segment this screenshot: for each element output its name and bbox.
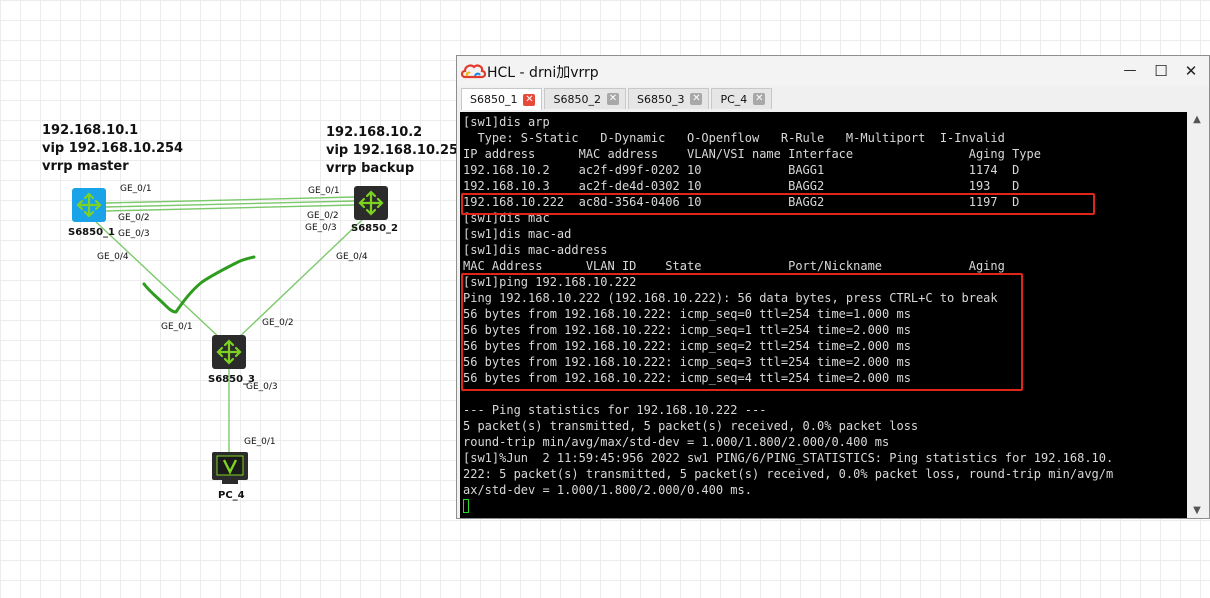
- terminal-line: [sw1]dis mac: [463, 211, 550, 225]
- tab-pc-4[interactable]: PC_4 ✕: [711, 88, 773, 109]
- terminal-line: 192.168.10.3 ac2f-de4d-0302 10 BAGG2 193…: [463, 179, 1020, 193]
- minimize-button[interactable]: —: [1118, 59, 1142, 83]
- terminal-line: --- Ping statistics for 192.168.10.222 -…: [463, 403, 767, 417]
- terminal-line: [sw1]ping 192.168.10.222: [463, 275, 637, 289]
- terminal-line: [sw1]%Jun 2 11:59:45:956 2022 sw1 PING/6…: [463, 451, 1114, 465]
- port-label-sw1-ge2: GE_0/2: [118, 213, 150, 223]
- sw2-vip: vip 192.168.10.254: [326, 143, 468, 158]
- terminal-scrollbar[interactable]: ▲ ▼: [1187, 112, 1207, 518]
- device-tab-bar: S6850_1 ✕ S6850_2 ✕ S6850_3 ✕ PC_4 ✕: [461, 88, 774, 110]
- tab-close-icon[interactable]: ✕: [606, 93, 619, 105]
- port-label-sw3-ge1: GE_0/1: [161, 322, 193, 332]
- tab-label: S6850_2: [553, 92, 601, 106]
- close-button[interactable]: ✕: [1179, 59, 1203, 83]
- terminal-line: 222: 5 packet(s) transmitted, 5 packet(s…: [463, 467, 1114, 481]
- link-sw2-sw3[interactable]: [235, 219, 363, 341]
- terminal-line: [sw1]dis arp: [463, 115, 550, 129]
- tab-label: PC_4: [720, 92, 748, 106]
- tab-close-icon[interactable]: ✕: [690, 93, 703, 105]
- sw1-vip: vip 192.168.10.254: [42, 141, 184, 156]
- switch-s6850-1[interactable]: [72, 188, 106, 222]
- terminal-line: 192.168.10.2 ac2f-d99f-0202 10 BAGG1 117…: [463, 163, 1020, 177]
- check-mark-annotation: [142, 255, 256, 314]
- terminal-prompt-line: [463, 498, 1187, 514]
- tab-s6850-3[interactable]: S6850_3 ✕: [627, 88, 710, 109]
- tab-close-icon[interactable]: ✕: [523, 93, 536, 106]
- port-label-sw1-ge1: GE_0/1: [120, 184, 152, 194]
- sw1-info-label: 192.168.10.1 vip 192.168.10.254 vrrp mas…: [42, 122, 183, 176]
- port-label-sw2-ge1: GE_0/1: [308, 186, 340, 196]
- port-label-sw2-ge2: GE_0/2: [307, 211, 339, 221]
- switch-s6850-3[interactable]: [212, 335, 246, 369]
- device-name-sw1: S6850_1: [68, 227, 115, 238]
- scroll-up-icon[interactable]: ▲: [1187, 114, 1207, 125]
- hcl-cloud-logo-icon: [460, 64, 486, 79]
- tab-label: S6850_1: [470, 93, 518, 106]
- port-label-sw3-ge2: GE_0/2: [262, 318, 294, 328]
- sw1-ip: 192.168.10.1: [42, 123, 139, 138]
- terminal-line: ax/std-dev = 1.000/1.800/2.000/0.400 ms.: [463, 483, 752, 497]
- maximize-button[interactable]: ☐: [1149, 59, 1173, 83]
- terminal-line: 56 bytes from 192.168.10.222: icmp_seq=4…: [463, 371, 911, 385]
- port-label-sw1-ge4: GE_0/4: [97, 252, 129, 262]
- device-name-pc4: PC_4: [218, 490, 245, 501]
- port-label-pc-ge1: GE_0/1: [244, 437, 276, 447]
- terminal-line: Type: S-Static D-Dynamic O-Openflow R-Ru…: [463, 131, 1005, 145]
- sw2-info-label: 192.168.10.2 vip 192.168.10.254 vrrp bac…: [326, 124, 467, 178]
- scroll-down-icon[interactable]: ▼: [1187, 505, 1207, 516]
- terminal-line: 192.168.10.222 ac8d-3564-0406 10 BAGG2 1…: [463, 195, 1020, 209]
- tab-close-icon[interactable]: ✕: [753, 93, 766, 105]
- port-label-sw1-ge3: GE_0/3: [118, 229, 150, 239]
- terminal-line: 56 bytes from 192.168.10.222: icmp_seq=0…: [463, 307, 911, 321]
- window-titlebar[interactable]: HCL - drni加vrrp — ☐ ✕: [457, 56, 1209, 86]
- terminal-line: Ping 192.168.10.222 (192.168.10.222): 56…: [463, 291, 998, 305]
- tab-s6850-1[interactable]: S6850_1 ✕: [461, 88, 543, 110]
- terminal-line: 56 bytes from 192.168.10.222: icmp_seq=1…: [463, 323, 911, 337]
- terminal-console[interactable]: [sw1]dis arp Type: S-Static D-Dynamic O-…: [460, 112, 1187, 518]
- terminal-line: round-trip min/avg/max/std-dev = 1.000/1…: [463, 435, 890, 449]
- port-label-sw2-ge4: GE_0/4: [336, 252, 368, 262]
- switch-s6850-2[interactable]: [354, 186, 388, 220]
- port-label-sw3-ge3: GE_0/3: [246, 382, 278, 392]
- sw2-role: vrrp backup: [326, 161, 415, 176]
- terminal-line: IP address MAC address VLAN/VSI name Int…: [463, 147, 1041, 161]
- terminal-cursor: [463, 499, 469, 513]
- hcl-terminal-window: HCL - drni加vrrp — ☐ ✕ S6850_1 ✕ S6850_2 …: [456, 55, 1210, 519]
- terminal-line: 56 bytes from 192.168.10.222: icmp_seq=2…: [463, 339, 911, 353]
- pc-4[interactable]: [212, 452, 248, 484]
- tab-label: S6850_3: [636, 92, 685, 106]
- terminal-output: [sw1]dis arp Type: S-Static D-Dynamic O-…: [460, 112, 1187, 514]
- terminal-line: 5 packet(s) transmitted, 5 packet(s) rec…: [463, 419, 919, 433]
- sw2-ip: 192.168.10.2: [326, 125, 423, 140]
- device-name-sw2: S6850_2: [351, 223, 398, 234]
- terminal-line: [sw1]dis mac-ad: [463, 227, 572, 241]
- terminal-line: 56 bytes from 192.168.10.222: icmp_seq=3…: [463, 355, 911, 369]
- tab-s6850-2[interactable]: S6850_2 ✕: [544, 88, 626, 109]
- port-label-sw2-ge3: GE_0/3: [305, 223, 337, 233]
- terminal-line: MAC Address VLAN ID State Port/Nickname …: [463, 259, 1005, 273]
- terminal-line: [sw1]dis mac-address: [463, 243, 608, 257]
- window-title: HCL - drni加vrrp: [487, 65, 599, 81]
- sw1-role: vrrp master: [42, 159, 129, 174]
